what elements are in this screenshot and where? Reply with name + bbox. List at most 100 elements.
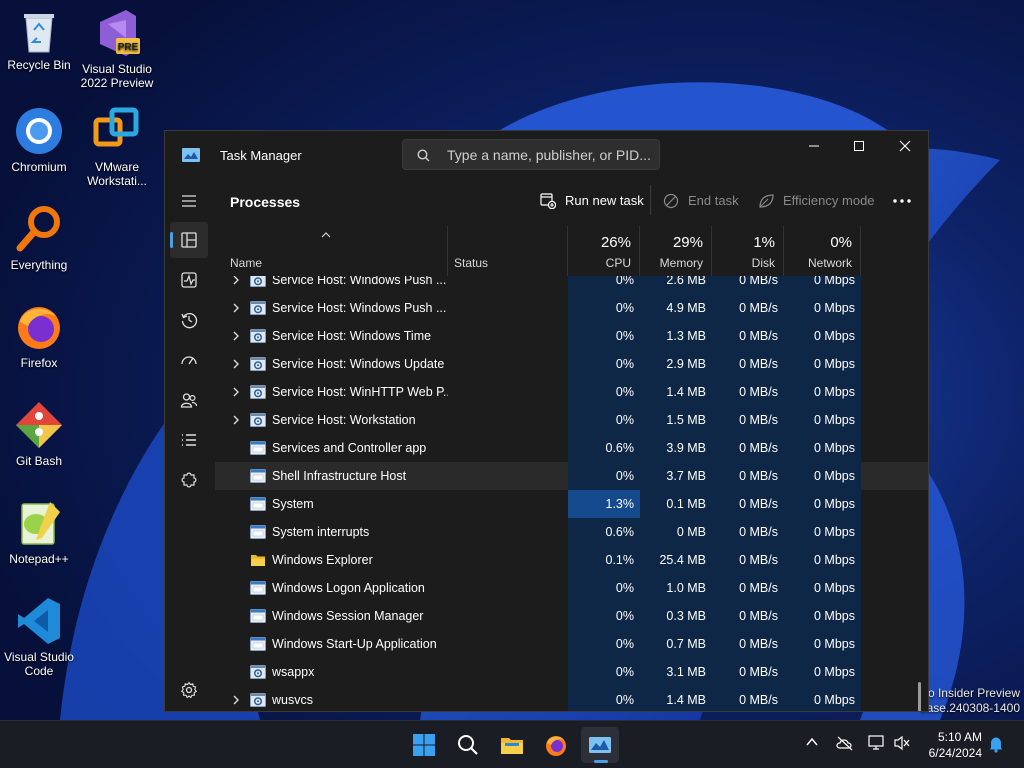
memory-cell: 1.3 MB xyxy=(640,322,712,350)
memory-cell: 3.9 MB xyxy=(640,434,712,462)
start-button[interactable] xyxy=(405,727,443,763)
chevron-right-icon[interactable] xyxy=(232,387,240,397)
process-row[interactable]: Shell Infrastructure Host 0% 3.7 MB 0 MB/s 0… xyxy=(215,462,928,490)
column-header-network[interactable]: 0% Network xyxy=(784,226,861,276)
nav-item-app-history[interactable] xyxy=(170,302,208,338)
desktop-icon-vscode[interactable]: Visual Studio Code xyxy=(0,596,78,678)
git-bash-icon xyxy=(16,402,62,448)
sort-up-icon xyxy=(321,232,331,238)
process-row[interactable]: Windows Explorer 0.1% 25.4 MB 0 MB/s 0 Mbps xyxy=(215,546,928,574)
desktop-icon-label: Chromium xyxy=(11,160,67,174)
chevron-right-icon[interactable] xyxy=(232,695,240,705)
disk-cell: 0 MB/s xyxy=(712,378,784,406)
vertical-scrollbar[interactable] xyxy=(918,297,921,711)
process-row[interactable]: Windows Start-Up Application 0% 0.7 MB 0 MB… xyxy=(215,630,928,658)
firefox-icon xyxy=(18,307,60,349)
gear-icon xyxy=(250,693,266,707)
desktop-icon-label: Git Bash xyxy=(15,454,63,468)
process-name: Service Host: Workstation xyxy=(272,413,416,427)
scrollbar-thumb[interactable] xyxy=(918,682,921,711)
disk-cell: 0 MB/s xyxy=(712,518,784,546)
clock[interactable]: 5:10 AM 6/24/2024 xyxy=(916,729,982,761)
run-new-task-label: Run new task xyxy=(565,193,644,208)
chevron-right-icon[interactable] xyxy=(232,359,240,369)
chevron-up-icon[interactable] xyxy=(805,735,819,749)
taskbar-search-button[interactable] xyxy=(449,727,487,763)
chevron-right-icon[interactable] xyxy=(232,303,240,313)
column-header-disk[interactable]: 1% Disk xyxy=(712,226,784,276)
nav-menu-button[interactable] xyxy=(170,183,208,219)
volume-muted-icon[interactable] xyxy=(893,735,911,751)
process-name-cell: Service Host: Windows Time xyxy=(215,322,448,350)
desktop-icon-everything[interactable]: Everything xyxy=(0,204,78,272)
title-bar[interactable]: Task Manager xyxy=(165,131,928,177)
process-row[interactable]: Service Host: Windows Time 0% 1.3 MB 0 MB/s… xyxy=(215,322,928,350)
process-row[interactable]: Services and Controller app 0.6% 3.9 MB 0 M… xyxy=(215,434,928,462)
process-row[interactable]: System interrupts 0.6% 0 MB 0 MB/s 0 Mbps xyxy=(215,518,928,546)
process-row[interactable]: Service Host: Windows Push ... 0% 4.9 MB 0 … xyxy=(215,294,928,322)
process-name: Windows Start-Up Application xyxy=(272,637,437,651)
nav-item-settings[interactable] xyxy=(170,672,208,702)
cpu-cell: 1.3% xyxy=(568,490,640,518)
nav-item-users[interactable] xyxy=(170,382,208,418)
process-row[interactable]: Service Host: Windows Push ... 0% 2.6 MB 0 … xyxy=(215,276,928,294)
desktop-icon-notepadpp[interactable]: Notepad++ xyxy=(0,498,78,566)
notification-bell-icon[interactable] xyxy=(988,735,1004,753)
window-icon xyxy=(250,441,266,455)
taskbar-firefox[interactable] xyxy=(537,727,575,763)
chevron-right-icon[interactable] xyxy=(232,331,240,341)
search-input[interactable] xyxy=(447,146,652,164)
memory-cell: 1.0 MB xyxy=(640,574,712,602)
desktop-icon-recycle-bin[interactable]: Recycle Bin xyxy=(0,8,78,72)
desktop-icon-chromium[interactable]: Chromium xyxy=(0,106,78,174)
search-box[interactable] xyxy=(402,139,660,170)
window-icon xyxy=(250,609,266,623)
close-button[interactable] xyxy=(882,131,928,161)
taskbar-file-explorer[interactable] xyxy=(493,727,531,763)
process-row[interactable]: wsappx 0% 3.1 MB 0 MB/s 0 Mbps xyxy=(215,658,928,686)
process-name-cell: wsappx xyxy=(215,658,448,686)
desktop-icon-visual-studio[interactable]: PRE Visual Studio 2022 Preview xyxy=(78,8,156,90)
process-row[interactable]: Service Host: Workstation 0% 1.5 MB 0 MB/s 0… xyxy=(215,406,928,434)
column-header-name[interactable]: Name xyxy=(215,226,448,276)
process-row[interactable]: System 1.3% 0.1 MB 0 MB/s 0 Mbps xyxy=(215,490,928,518)
chevron-right-icon[interactable] xyxy=(232,276,240,285)
more-options-button[interactable] xyxy=(890,189,914,213)
status-cell xyxy=(448,574,568,602)
chevron-right-icon[interactable] xyxy=(232,415,240,425)
network-cell: 0 Mbps xyxy=(784,602,861,630)
desktop-icon-vmware[interactable]: VMware Workstati... xyxy=(78,106,156,188)
nav-item-startup-apps[interactable] xyxy=(170,342,208,378)
network-cell: 0 Mbps xyxy=(784,378,861,406)
gear-icon xyxy=(250,276,266,287)
taskbar-task-manager[interactable] xyxy=(581,727,619,763)
nav-item-services[interactable] xyxy=(170,462,208,498)
process-row[interactable]: wusvcs 0% 1.4 MB 0 MB/s 0 Mbps xyxy=(215,686,928,711)
cpu-cell: 0% xyxy=(568,602,640,630)
desktop-icon-firefox[interactable]: Firefox xyxy=(0,302,78,370)
minimize-button[interactable] xyxy=(791,131,837,161)
column-header-cpu[interactable]: 26% CPU xyxy=(568,226,640,276)
process-row[interactable]: Service Host: WinHTTP Web P... 0% 1.4 MB 0 … xyxy=(215,378,928,406)
process-row[interactable]: Windows Logon Application 0% 1.0 MB 0 MB/s 0… xyxy=(215,574,928,602)
processes-icon xyxy=(181,232,197,248)
desktop-icon-label: VMware Workstati... xyxy=(87,160,147,188)
maximize-button[interactable] xyxy=(836,131,882,161)
process-row[interactable]: Windows Session Manager 0% 0.3 MB 0 MB/s 0 M… xyxy=(215,602,928,630)
network-icon[interactable] xyxy=(868,735,886,751)
network-cell: 0 Mbps xyxy=(784,630,861,658)
network-total: 0% xyxy=(830,234,852,251)
column-header-memory[interactable]: 29% Memory xyxy=(640,226,712,276)
nav-item-details[interactable] xyxy=(170,422,208,458)
nav-item-performance[interactable] xyxy=(170,262,208,298)
desktop-icon-git-bash[interactable]: Git Bash xyxy=(0,400,78,468)
taskbar: 5:10 AM 6/24/2024 xyxy=(0,720,1024,768)
process-row[interactable]: Service Host: Windows Update 0% 2.9 MB 0 MB… xyxy=(215,350,928,378)
disk-cell: 0 MB/s xyxy=(712,350,784,378)
network-cell: 0 Mbps xyxy=(784,322,861,350)
status-cell xyxy=(448,350,568,378)
column-header-status[interactable]: Status xyxy=(448,226,568,276)
onedrive-offline-icon[interactable] xyxy=(836,735,854,751)
running-indicator xyxy=(594,760,608,763)
nav-item-processes[interactable] xyxy=(170,222,208,258)
